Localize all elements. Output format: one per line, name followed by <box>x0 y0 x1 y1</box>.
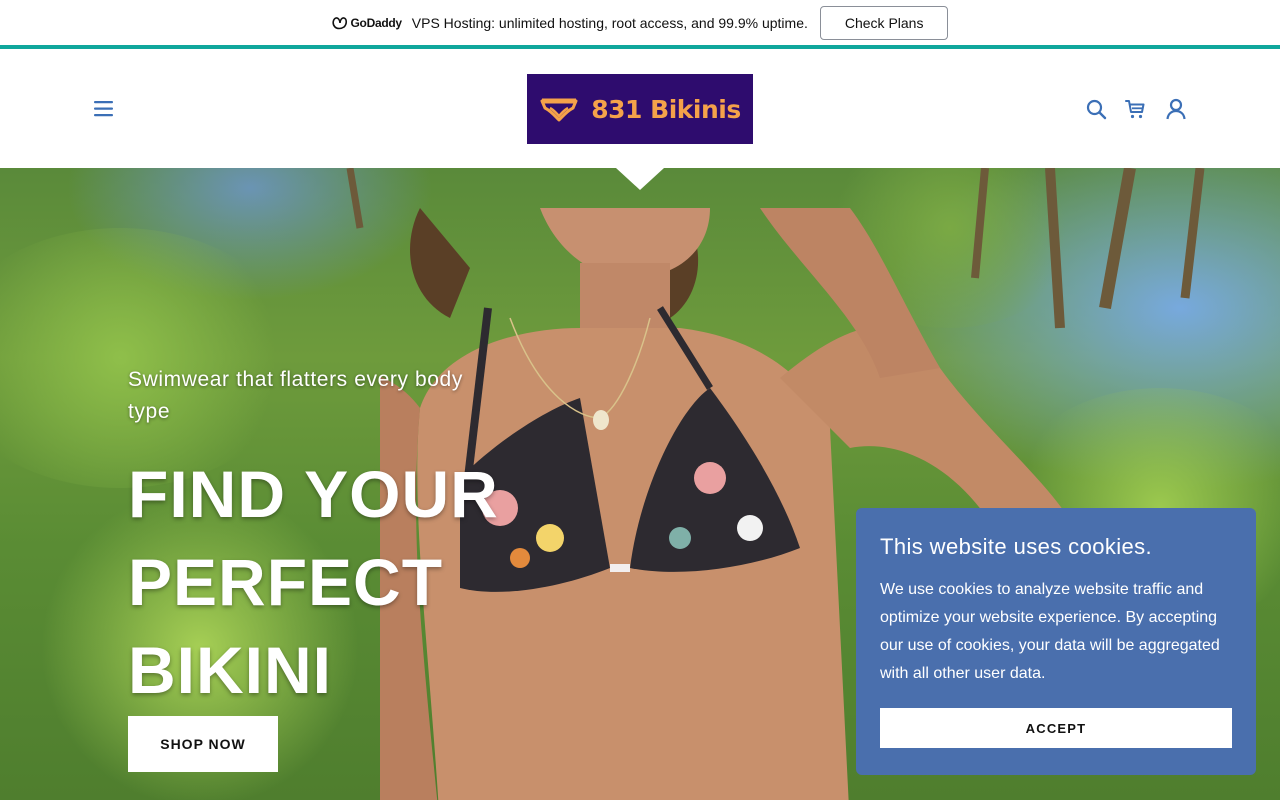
hero-title-line: PERFECT <box>128 545 444 619</box>
promo-text: VPS Hosting: unlimited hosting, root acc… <box>411 14 808 31</box>
menu-button[interactable] <box>92 98 116 120</box>
menu-icon <box>94 101 113 117</box>
hero-title-line: FIND YOUR <box>128 457 499 531</box>
godaddy-icon <box>331 16 347 29</box>
hero-title-line: BIKINI <box>128 633 332 707</box>
godaddy-logo-text: GoDaddy <box>350 15 403 30</box>
hero-title: FIND YOUR PERFECT BIKINI <box>128 450 528 714</box>
hero-tagline: Swimwear that flatters every body type <box>128 368 463 423</box>
cart-icon <box>1125 100 1145 119</box>
cookie-message: We use cookies to analyze website traffi… <box>880 581 1220 682</box>
logo-text: 831 Bikinis <box>591 94 741 124</box>
site-logo[interactable]: 831 Bikinis <box>527 74 753 144</box>
promo-bar: GoDaddy VPS Hosting: unlimited hosting, … <box>0 0 1280 45</box>
header-notch <box>616 168 664 190</box>
cookie-banner: This website uses cookies. We use cookie… <box>856 508 1256 775</box>
shop-now-button[interactable]: SHOP NOW <box>128 716 278 772</box>
bikini-logo-icon <box>540 98 578 122</box>
cookie-title: This website uses cookies. <box>880 534 1153 559</box>
account-icon <box>1166 98 1186 120</box>
account-button[interactable] <box>1164 97 1188 121</box>
check-plans-button[interactable]: Check Plans <box>819 5 949 40</box>
cart-button[interactable] <box>1123 97 1147 121</box>
search-icon <box>1086 99 1107 120</box>
site-header: 831 Bikinis <box>0 49 1280 168</box>
hero-content: Swimwear that flatters every body type F… <box>128 364 528 714</box>
godaddy-logo: GoDaddy <box>331 15 403 30</box>
search-button[interactable] <box>1084 97 1108 121</box>
accept-cookies-button[interactable]: ACCEPT <box>880 708 1232 748</box>
